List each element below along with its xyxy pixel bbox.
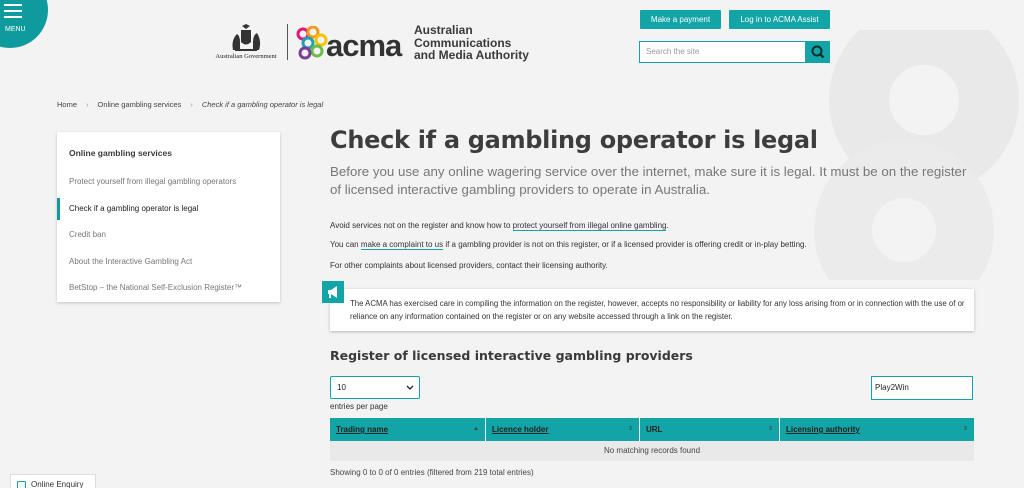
- disclaimer-text: The ACMA has exercised care in compiling…: [350, 299, 965, 321]
- sort-icon: ⇕: [767, 426, 773, 432]
- breadcrumb-separator-icon: ›: [86, 100, 89, 109]
- entries-per-page-label: entries per page: [330, 402, 388, 411]
- gov-label: Australian Government: [215, 53, 277, 60]
- make-complaint-link[interactable]: make a complaint to us: [360, 240, 444, 250]
- table-empty-row: No matching records found: [330, 441, 974, 461]
- side-nav: Online gambling services Protect yoursel…: [57, 132, 280, 302]
- column-header-url[interactable]: URL ⇕: [640, 418, 780, 441]
- side-nav-item-betstop[interactable]: BetStop – the National Self-Exclusion Re…: [57, 275, 280, 302]
- column-header-label: Licensing authority: [786, 425, 860, 434]
- protect-yourself-link[interactable]: protect yourself from illegal online gam…: [512, 221, 667, 231]
- login-button[interactable]: Log in to ACMA Assist: [729, 10, 830, 29]
- entries-per-page-select[interactable]: 10: [330, 376, 420, 399]
- breadcrumb: Home › Online gambling services › Check …: [57, 100, 323, 109]
- online-enquiry-label: Online Enquiry: [31, 480, 84, 488]
- search-icon: [811, 45, 825, 59]
- side-nav-item-check-operator[interactable]: Check if a gambling operator is legal: [57, 196, 280, 223]
- side-nav-heading[interactable]: Online gambling services: [57, 132, 280, 169]
- menu-label: MENU: [5, 26, 26, 33]
- column-header-licence-holder[interactable]: Licence holder ⇕: [486, 418, 640, 441]
- paragraph-text: Avoid services not on the register and k…: [330, 221, 513, 230]
- entries-select-value: 10: [337, 383, 346, 392]
- coat-of-arms-icon: [232, 24, 261, 51]
- breadcrumb-home[interactable]: Home: [57, 100, 77, 109]
- column-header-licensing-authority[interactable]: Licensing authority ⇕: [780, 418, 974, 441]
- paragraph-complaint: You can make a complaint to us if a gamb…: [330, 240, 807, 250]
- acma-full-name: Australian Communications and Media Auth…: [414, 24, 529, 62]
- megaphone-icon: [322, 281, 344, 303]
- table-info: Showing 0 to 0 of 0 entries (filtered fr…: [330, 468, 534, 477]
- column-header-trading-name[interactable]: Trading name ▲: [330, 418, 486, 441]
- sort-icon: ⇕: [627, 426, 633, 432]
- breadcrumb-separator-icon: ›: [190, 100, 193, 109]
- sort-icon: ▲: [473, 426, 479, 432]
- table-header: Trading name ▲ Licence holder ⇕ URL ⇕ Licen…: [330, 418, 974, 441]
- side-nav-item-credit-ban[interactable]: Credit ban: [57, 222, 280, 249]
- acma-name-line: and Media Authority: [414, 48, 529, 62]
- hamburger-icon: [4, 4, 22, 22]
- paragraph-protect: Avoid services not on the register and k…: [330, 221, 669, 231]
- column-header-label: URL: [646, 425, 663, 434]
- page-title: Check if a gambling operator is legal: [330, 126, 818, 154]
- table-search-input[interactable]: Play2Win: [871, 376, 973, 400]
- acma-wordmark[interactable]: acma: [326, 30, 402, 61]
- column-header-label: Trading name: [336, 425, 389, 434]
- paragraph-text: if a gambling provider is not on this re…: [443, 240, 807, 249]
- register-title: Register of licensed interactive gamblin…: [330, 348, 693, 363]
- chevron-down-icon: [406, 385, 414, 390]
- chat-icon: [17, 481, 26, 488]
- disclaimer-notice: The ACMA has exercised care in compiling…: [322, 281, 974, 331]
- side-nav-item-protect-yourself[interactable]: Protect yourself from illegal gambling o…: [57, 169, 280, 196]
- acma-name-line: Australian: [414, 23, 473, 37]
- intro-text: Before you use any online wagering servi…: [330, 164, 967, 197]
- site-search-input[interactable]: Search the site: [639, 41, 806, 63]
- online-enquiry-button[interactable]: Online Enquiry: [10, 474, 96, 488]
- acma-logo-icon[interactable]: [295, 26, 329, 60]
- breadcrumb-section[interactable]: Online gambling services: [98, 100, 182, 109]
- sort-icon: ⇕: [962, 426, 968, 432]
- paragraph-other-complaints: For other complaints about licensed prov…: [330, 261, 608, 270]
- paragraph-text: You can: [330, 240, 361, 249]
- column-header-label: Licence holder: [492, 425, 549, 434]
- paragraph-text: .: [666, 221, 669, 230]
- make-payment-button[interactable]: Make a payment: [640, 10, 721, 29]
- menu-button[interactable]: MENU: [0, 0, 48, 48]
- breadcrumb-current: Check if a gambling operator is legal: [201, 100, 324, 109]
- side-nav-item-interactive-gambling-act[interactable]: About the Interactive Gambling Act: [57, 249, 280, 276]
- search-button[interactable]: [806, 41, 830, 63]
- australian-government-logo[interactable]: Australian Government: [212, 24, 280, 64]
- logo-divider: [287, 24, 288, 60]
